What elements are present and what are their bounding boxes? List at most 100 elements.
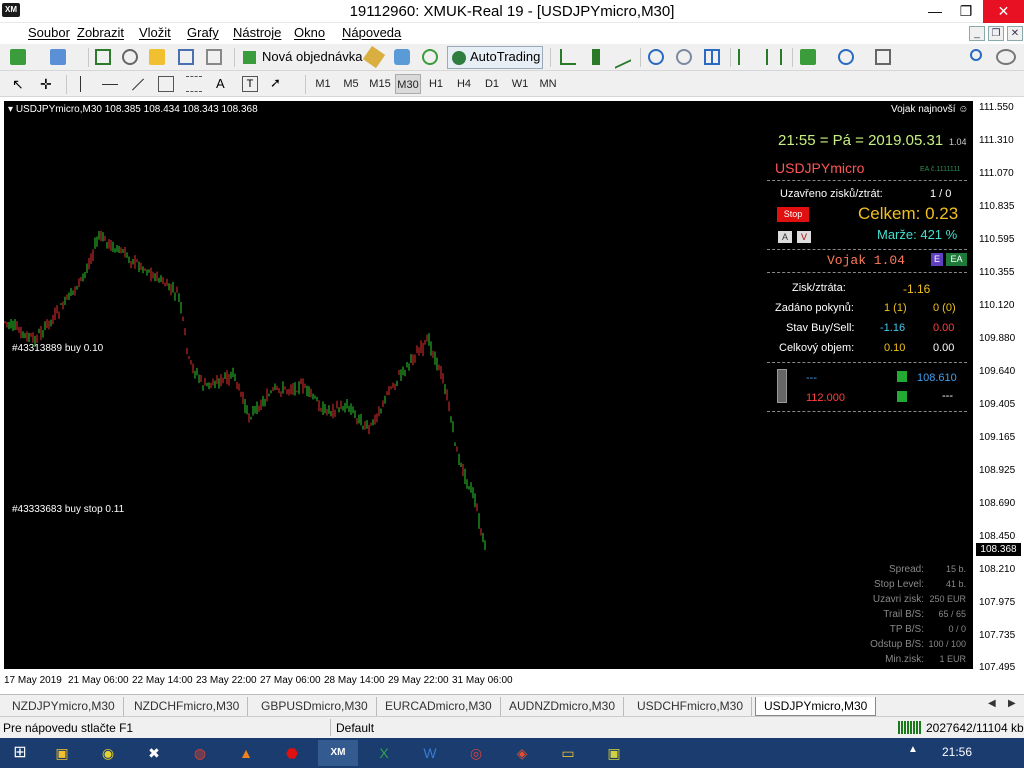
trendline-icon[interactable]	[131, 78, 145, 91]
horizontal-line-icon[interactable]	[102, 84, 118, 85]
tester-icon[interactable]	[206, 49, 222, 65]
tab-audnzd[interactable]: AUDNZDmicro,M30	[501, 697, 625, 716]
taskbar-app-icon[interactable]: ◉	[88, 740, 128, 766]
mdi-minimize-button[interactable]: _	[969, 26, 985, 41]
templates-icon[interactable]	[875, 49, 891, 65]
ea-badge[interactable]: EA	[946, 253, 967, 266]
tab-scroll-right-icon[interactable]: ▶	[1008, 698, 1016, 709]
metaeditor-icon[interactable]	[362, 45, 386, 69]
tab-usdjpy[interactable]: USDJPYmicro,M30	[755, 697, 877, 716]
chart-shift-icon[interactable]	[738, 49, 754, 65]
distance-label: Odstup B/S:	[870, 639, 924, 650]
vlc-icon[interactable]: ▲	[226, 740, 266, 766]
search-icon[interactable]	[970, 49, 982, 61]
new-chart-icon[interactable]	[10, 49, 26, 65]
taskbar-app-icon[interactable]: ✖	[134, 740, 174, 766]
timeframe-m1[interactable]: M1	[310, 74, 336, 94]
panel-clock: 21:55 = Pá = 2019.05.31	[778, 132, 944, 149]
taskbar-app-icon[interactable]: ◎	[456, 740, 496, 766]
chat-icon[interactable]	[996, 49, 1016, 65]
panel-divider	[767, 249, 967, 250]
excel-icon[interactable]: X	[364, 740, 404, 766]
autotrading-icon	[452, 51, 466, 65]
options-icon[interactable]	[394, 49, 410, 65]
vertical-line-icon[interactable]	[80, 76, 81, 92]
price-chart[interactable]: ▾ USDJPYmicro,M30 108.385 108.434 108.34…	[4, 101, 972, 669]
level-slider[interactable]	[777, 369, 787, 403]
taskbar-app-icon[interactable]: ▣	[594, 740, 634, 766]
line-chart-icon[interactable]	[615, 45, 631, 69]
v-button[interactable]: V	[797, 231, 811, 243]
file-explorer-icon[interactable]: ▭	[548, 740, 588, 766]
new-order-button[interactable]: Nová objednávka	[262, 47, 362, 68]
stop-icon[interactable]: ⬣	[272, 740, 312, 766]
timeframe-w1[interactable]: W1	[507, 74, 533, 94]
tab-gbpusd[interactable]: GBPUSDmicro,M30	[253, 697, 377, 716]
mdi-restore-button[interactable]: ❐	[988, 26, 1004, 41]
menu-zobrazit[interactable]: Zobrazit	[77, 25, 124, 40]
text-label-icon[interactable]: T	[242, 76, 258, 92]
menu-napoveda[interactable]: Nápoveda	[342, 25, 401, 40]
e-badge[interactable]: E	[931, 253, 943, 266]
bar-chart-icon[interactable]	[560, 49, 576, 65]
taskbar-clock[interactable]: 21:56	[942, 745, 972, 759]
tab-scroll-left-icon[interactable]: ◀	[988, 698, 996, 709]
menu-soubor[interactable]: Soubor	[28, 25, 70, 40]
time-tick: 23 May 22:00	[196, 675, 257, 686]
timeframe-h1[interactable]: H1	[423, 74, 449, 94]
new-order-icon[interactable]	[243, 51, 256, 64]
price-tick: 110.355	[979, 267, 1015, 278]
timeframe-d1[interactable]: D1	[479, 74, 505, 94]
menu-okno[interactable]: Okno	[294, 25, 325, 40]
tab-nzdjpy[interactable]: NZDJPYmicro,M30	[4, 697, 124, 716]
chart-symbol-info: USDJPYmicro,M30 108.385 108.434 108.343 …	[15, 104, 258, 115]
minimize-button[interactable]: —	[918, 0, 952, 23]
word-icon[interactable]: W	[410, 740, 450, 766]
menu-nastroje[interactable]: Nástroje	[233, 25, 281, 40]
profiles-icon[interactable]	[50, 49, 66, 65]
autoscroll-icon[interactable]	[766, 49, 782, 65]
a-button[interactable]: A	[778, 231, 792, 243]
chrome-icon[interactable]: ◍	[180, 740, 220, 766]
menu-grafy[interactable]: Grafy	[187, 25, 219, 40]
indicators-icon[interactable]	[800, 49, 816, 65]
close-button[interactable]: ✕	[983, 0, 1024, 23]
periods-icon[interactable]	[838, 49, 854, 65]
candlestick-icon[interactable]	[592, 49, 600, 65]
tab-usdchf[interactable]: USDCHFmicro,M30	[629, 697, 753, 716]
min-profit-label: Min.zisk:	[885, 654, 924, 665]
autotrading-button[interactable]: AutoTrading	[447, 46, 543, 69]
menu-vlozit[interactable]: Vložit	[139, 25, 171, 40]
timeframe-m30[interactable]: M30	[395, 74, 421, 94]
terminal-icon[interactable]	[178, 49, 194, 65]
tile-windows-icon[interactable]	[704, 49, 720, 65]
taskbar-app-icon[interactable]: ▣	[42, 740, 82, 766]
cursor-icon[interactable]: ↖	[12, 76, 28, 92]
start-icon[interactable]: ⊞	[0, 740, 40, 766]
tray-up-icon[interactable]: ▲	[908, 744, 918, 755]
taskbar-app-icon[interactable]: ◈	[502, 740, 542, 766]
tab-eurcad[interactable]: EURCADmicro,M30	[377, 697, 501, 716]
arrow-tools-icon[interactable]: ➚	[270, 75, 286, 91]
mdi-close-button[interactable]: ✕	[1007, 26, 1023, 41]
signals-icon[interactable]	[422, 49, 438, 65]
navigator-icon[interactable]	[149, 49, 165, 65]
timeframe-h4[interactable]: H4	[451, 74, 477, 94]
price-tick: 109.405	[979, 399, 1016, 410]
stop-button[interactable]: Stop	[777, 207, 809, 222]
fibonacci-icon[interactable]	[186, 76, 202, 92]
zoom-out-icon[interactable]	[676, 49, 692, 65]
text-icon[interactable]: A	[216, 76, 232, 92]
timeframe-mn[interactable]: MN	[535, 74, 561, 94]
channel-icon[interactable]	[158, 76, 174, 92]
zoom-in-icon[interactable]	[648, 49, 664, 65]
tab-nzdchf[interactable]: NZDCHFmicro,M30	[126, 697, 249, 716]
data-window-icon[interactable]	[122, 49, 138, 65]
timeframe-m15[interactable]: M15	[366, 74, 394, 94]
market-watch-icon[interactable]	[95, 49, 111, 65]
xm-icon[interactable]: XM	[318, 740, 358, 766]
maximize-button[interactable]: ❐	[949, 0, 983, 23]
timeframe-m5[interactable]: M5	[338, 74, 364, 94]
separator	[66, 75, 67, 94]
crosshair-icon[interactable]: ✛	[40, 76, 56, 92]
